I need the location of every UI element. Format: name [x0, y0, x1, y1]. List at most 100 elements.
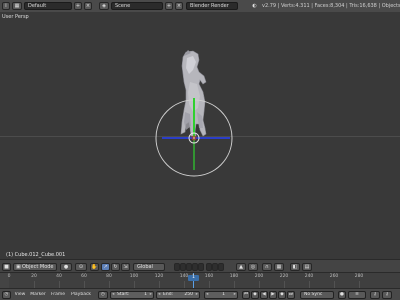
increment-arrow-icon[interactable]: ▸	[196, 292, 198, 298]
layer-8[interactable]	[218, 263, 224, 271]
scene-statistics: v2.79 | Verts:4.311 | Faces:8,304 | Tris…	[262, 3, 400, 9]
render-engine-select[interactable]: Blender Render	[186, 2, 238, 10]
manipulator-toggle[interactable]: ✋	[90, 263, 99, 271]
layout-icon: ▦	[14, 3, 20, 9]
snap-toggle[interactable]: ∩	[262, 263, 272, 271]
add-layout-button[interactable]: +	[74, 2, 82, 10]
remove-scene-button[interactable]: ×	[175, 2, 183, 10]
tick-line	[84, 281, 85, 288]
decrement-arrow-icon[interactable]: ◂	[206, 292, 208, 298]
plus-icon: +	[75, 3, 81, 9]
layer-5[interactable]	[198, 263, 204, 271]
tick-label: 160	[204, 274, 214, 279]
jump-end-icon: ⏭	[288, 292, 294, 297]
timeline-editor[interactable]: 0 20 40 60 80 100 120 140 160 180 200 22…	[0, 273, 400, 288]
scale-toggle[interactable]: ⇲	[121, 263, 130, 271]
jump-start-button[interactable]: ⏮	[242, 291, 250, 299]
lock-icon: ▲	[239, 264, 243, 270]
preview-range-toggle[interactable]: ◷	[98, 291, 108, 299]
jump-start-icon: ⏮	[243, 292, 249, 297]
tick-label: 20	[31, 274, 37, 279]
proportional-edit-icon: ◎	[250, 264, 256, 270]
tick-label: 80	[106, 274, 112, 279]
editor-type-menu[interactable]: ■	[2, 263, 11, 271]
pivot-icon: ⊙	[78, 264, 84, 270]
frame-menu[interactable]: Frame	[49, 291, 67, 299]
next-keyframe-icon: ◆	[280, 292, 284, 297]
view-menu[interactable]: View	[13, 291, 27, 299]
playback-menu[interactable]: Playback	[68, 291, 94, 299]
marker-menu[interactable]: Marker	[28, 291, 48, 299]
opengl-render-button[interactable]: ▤	[302, 263, 312, 271]
add-scene-button[interactable]: +	[165, 2, 173, 10]
3d-view-header: ■ ▣ Object Mode ● ⊙ ✋ ↗ ↻ ⇲ Global ▲ ◎ ∩…	[0, 259, 400, 273]
viewport-shading-select[interactable]: ●	[60, 263, 72, 271]
delete-keyframe-button[interactable]: ⚷	[382, 291, 392, 299]
key-icon: ⚷	[373, 292, 377, 297]
key-remove-icon: ⚷	[385, 292, 389, 297]
tick-line	[334, 281, 335, 288]
snap-element-select[interactable]: ▦	[274, 263, 284, 271]
transform-manipulator[interactable]	[155, 98, 233, 177]
current-frame-badge: 1	[188, 275, 199, 281]
screen-layout-field[interactable]: Default	[24, 2, 72, 10]
insert-keyframe-button[interactable]: ⚷	[370, 291, 380, 299]
transform-orientation-select[interactable]: Global	[133, 263, 165, 271]
scene-canvas	[155, 50, 233, 177]
layout-browse-button[interactable]: ▦	[12, 2, 22, 10]
solid-sphere-icon: ●	[63, 264, 69, 270]
editor-type-menu[interactable]: i	[2, 2, 10, 10]
tick-line	[234, 281, 235, 288]
blender-logo-icon: ◐	[250, 2, 259, 10]
prev-keyframe-icon: ◆	[253, 292, 257, 297]
proportional-edit-button[interactable]: ◎	[248, 263, 258, 271]
start-frame-field[interactable]: ◂ Start: 1 ▸	[110, 291, 154, 299]
render-preview-button[interactable]: ◧	[290, 263, 300, 271]
rotate-toggle[interactable]: ↻	[111, 263, 120, 271]
increment-arrow-icon[interactable]: ▸	[234, 292, 236, 298]
tick-line	[159, 281, 160, 288]
translate-toggle[interactable]: ↗	[101, 263, 110, 271]
timeline-header: ◷ View Marker Frame Playback ◷ ◂ Start: …	[0, 288, 400, 300]
next-keyframe-button[interactable]: ◆	[278, 291, 286, 299]
rotate-icon: ↻	[113, 264, 118, 270]
start-value: 1	[144, 292, 147, 297]
pivot-point-select[interactable]: ⊙	[75, 263, 87, 271]
tick-line	[34, 281, 35, 288]
tick-label: 200	[254, 274, 264, 279]
current-frame-value: 1	[222, 292, 225, 297]
orientation-label: Global	[137, 264, 153, 270]
keying-icon: ≡	[355, 292, 359, 297]
scene-browse-button[interactable]: ◈	[99, 2, 109, 10]
scene-field[interactable]: Scene	[111, 2, 163, 10]
tick-label: 220	[279, 274, 289, 279]
decrement-arrow-icon[interactable]: ◂	[158, 292, 160, 298]
auto-keying-toggle[interactable]: ●	[338, 291, 346, 299]
tick-line	[209, 281, 210, 288]
play-icon: ▶	[271, 292, 275, 297]
timeline-editor-type-menu[interactable]: ◷	[2, 291, 11, 299]
tick-line	[184, 281, 185, 288]
remove-layout-button[interactable]: ×	[84, 2, 92, 10]
tick-line	[59, 281, 60, 288]
timeline-ruler[interactable]: 0 20 40 60 80 100 120 140 160 180 200 22…	[8, 273, 400, 288]
sync-mode-select[interactable]: No Sync	[300, 291, 334, 299]
mode-select[interactable]: ▣ Object Mode	[13, 263, 57, 271]
mode-label: Object Mode	[22, 264, 54, 270]
lock-camera-button[interactable]: ▲	[236, 263, 246, 271]
play-button[interactable]: ▶	[269, 291, 277, 299]
prev-keyframe-button[interactable]: ◆	[251, 291, 259, 299]
keying-mode-select[interactable]: ≡	[348, 291, 366, 299]
start-label: Start:	[117, 292, 130, 297]
end-frame-field[interactable]: ◂ End: 250 ▸	[156, 291, 200, 299]
play-reverse-button[interactable]: ◀	[260, 291, 268, 299]
tick-label: 180	[229, 274, 239, 279]
increment-arrow-icon[interactable]: ▸	[150, 292, 152, 298]
3d-viewport[interactable]: User Persp (1) Cube.012_Cube.001	[0, 12, 400, 259]
decrement-arrow-icon[interactable]: ◂	[112, 292, 114, 298]
tick-line	[134, 281, 135, 288]
hand-icon: ✋	[91, 264, 98, 270]
info-icon: i	[5, 3, 7, 9]
current-frame-field[interactable]: ◂ 1 ▸	[204, 291, 238, 299]
jump-end-button[interactable]: ⏭	[287, 291, 295, 299]
